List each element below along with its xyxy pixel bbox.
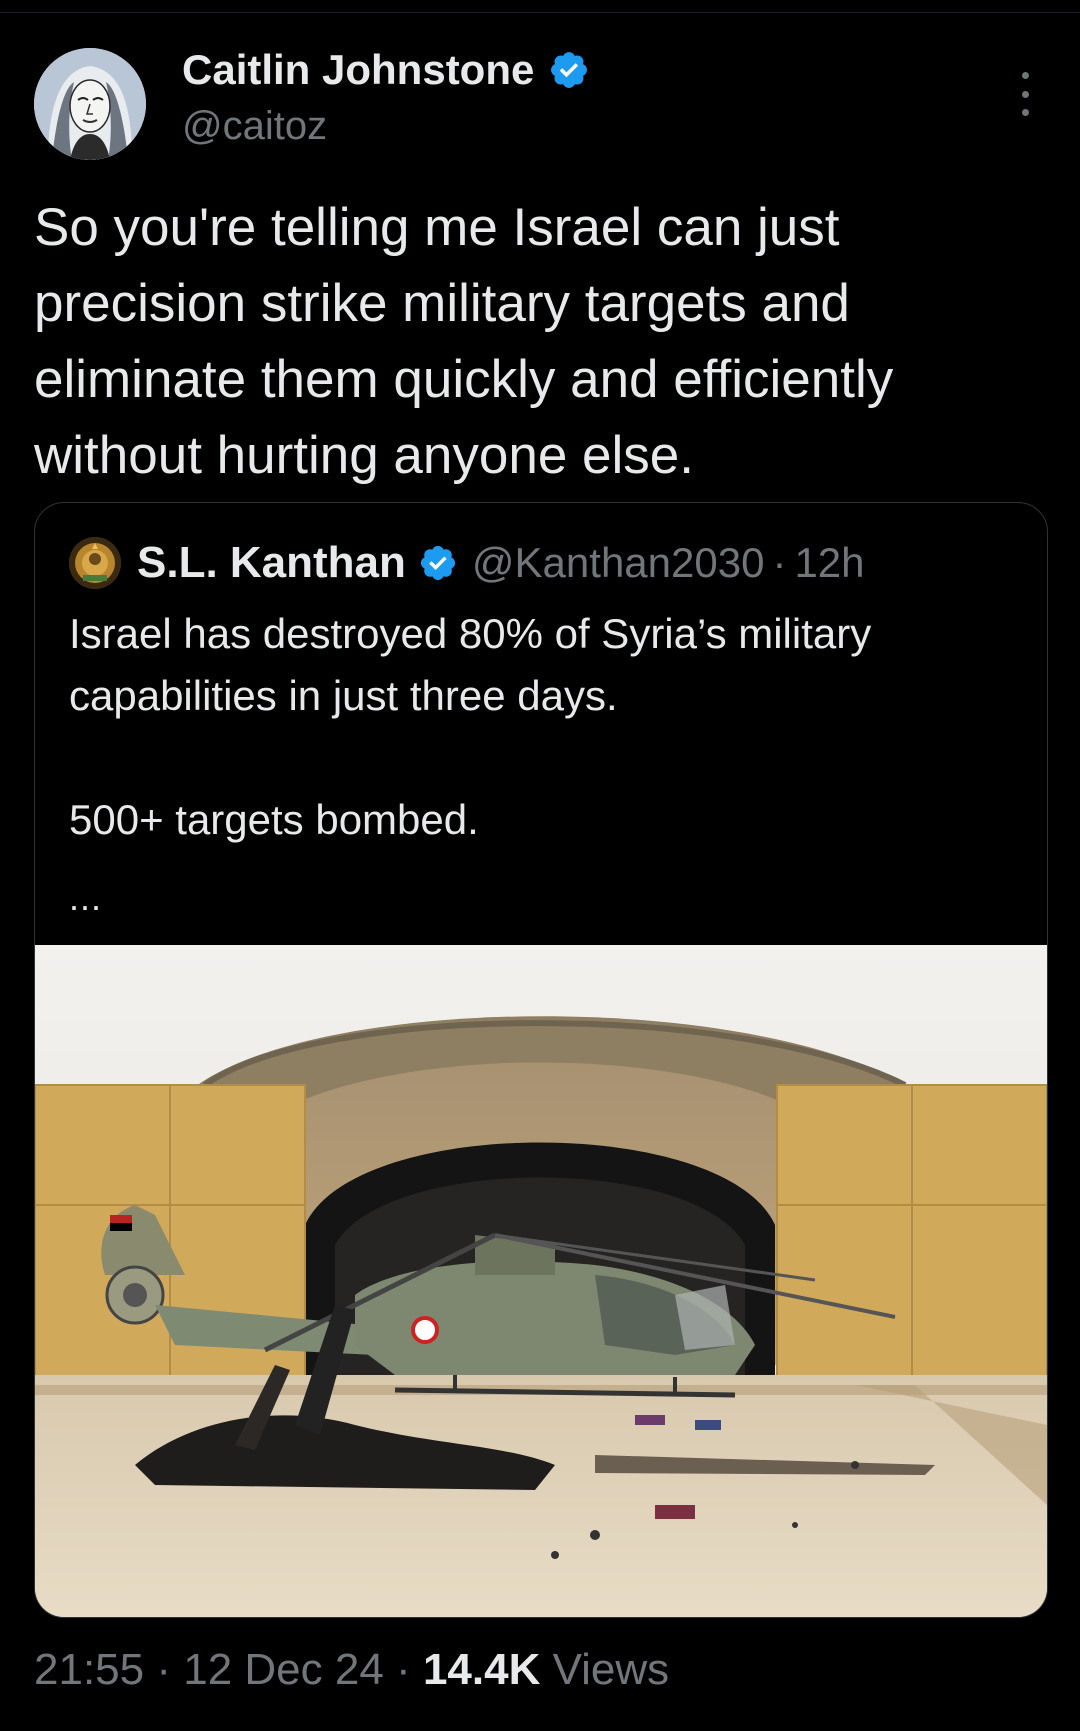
views-label: Views xyxy=(552,1645,670,1694)
tweet-meta: 21:55 · 12 Dec 24 · 14.4K Views xyxy=(34,1645,669,1695)
tweet-date[interactable]: 12 Dec 24 xyxy=(183,1645,384,1694)
author-avatar[interactable] xyxy=(34,48,146,160)
quoted-author-avatar[interactable] xyxy=(69,537,121,589)
verified-badge-icon xyxy=(551,52,588,88)
more-dot xyxy=(1021,90,1029,98)
quoted-author-handle[interactable]: @Kanthan2030 xyxy=(472,539,765,587)
quoted-media-image[interactable] xyxy=(35,945,1047,1617)
author-name-text: Caitlin Johnstone xyxy=(182,46,535,93)
top-divider xyxy=(0,12,1080,13)
separator-dot: · xyxy=(772,539,787,586)
tweet-time[interactable]: 21:55 xyxy=(34,1645,144,1694)
separator-dot: · xyxy=(396,1645,411,1694)
quoted-author-name[interactable]: S.L. Kanthan xyxy=(137,538,406,588)
more-dot xyxy=(1021,72,1029,79)
quoted-tweet-card[interactable]: S.L. Kanthan @Kanthan2030 · 12h Israel h… xyxy=(34,502,1048,1618)
verified-badge-icon xyxy=(420,545,455,581)
quoted-text: Israel has destroyed 80% of Syria’s mili… xyxy=(69,603,1029,851)
author-handle[interactable]: @caitoz xyxy=(182,104,327,149)
separator-dot: · xyxy=(156,1645,171,1694)
more-options-icon[interactable] xyxy=(1010,72,1040,116)
quoted-age: 12h xyxy=(794,539,865,586)
more-dot xyxy=(1021,109,1029,116)
author-name[interactable]: Caitlin Johnstone xyxy=(182,46,590,94)
quoted-text-line: 500+ targets bombed. xyxy=(69,796,479,843)
views-count[interactable]: 14.4K xyxy=(423,1645,540,1694)
quoted-header: S.L. Kanthan @Kanthan2030 · 12h xyxy=(137,533,865,593)
show-more-ellipsis[interactable]: ... xyxy=(69,877,102,919)
quoted-text-line: Israel has destroyed 80% of Syria’s mili… xyxy=(69,610,872,719)
tweet-text: So you're telling me Israel can just pre… xyxy=(34,198,894,485)
